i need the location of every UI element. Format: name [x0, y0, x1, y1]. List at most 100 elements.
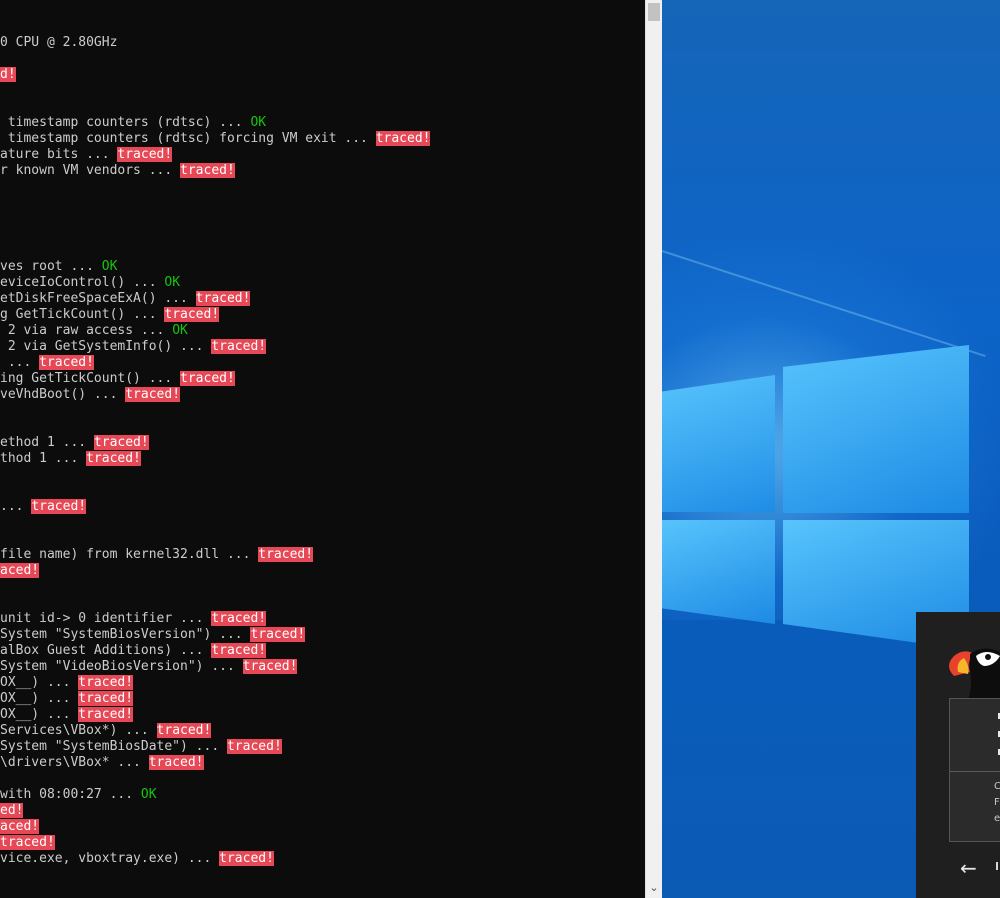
traced-badge: traced!: [31, 499, 87, 514]
traced-badge: aced!: [0, 819, 40, 834]
console-line: vice.exe, vboxtray.exe) ... traced!: [0, 851, 274, 867]
traced-badge: traced!: [0, 835, 55, 850]
toast-message-card[interactable]: C F e: [949, 698, 1000, 842]
console-line: \drivers\VBox* ... traced!: [0, 755, 204, 771]
traced-badge: d!: [0, 67, 16, 82]
console-output: 0 CPU @ 2.80GHz d! timestamp counters (rd…: [0, 0, 645, 898]
traced-badge: traced!: [125, 387, 181, 402]
console-line: etDiskFreeSpaceExA() ... traced!: [0, 291, 251, 307]
ok-status: OK: [101, 259, 118, 274]
console-line: g GetTickCount() ... traced!: [0, 307, 220, 323]
console-line: 2 via GetSystemInfo() ... traced!: [0, 339, 267, 355]
console-line: System "SystemBiosDate") ... traced!: [0, 739, 282, 755]
console-text: alBox Guest Additions) ...: [0, 643, 212, 658]
console-line: r known VM vendors ... traced!: [0, 163, 235, 179]
console-text: unit id-> 0 identifier ...: [0, 611, 212, 626]
traced-badge: aced!: [0, 563, 40, 578]
traced-badge: traced!: [78, 707, 134, 722]
console-text: 2 via GetSystemInfo() ...: [0, 339, 212, 354]
console-line: eviceIoControl() ... OK: [0, 275, 180, 291]
console-text: etDiskFreeSpaceExA() ...: [0, 291, 196, 306]
console-line: timestamp counters (rdtsc) ... OK: [0, 115, 266, 131]
console-text: with 08:00:27 ...: [0, 787, 141, 802]
console-line: ves root ... OK: [0, 259, 117, 275]
console-line: OX__) ... traced!: [0, 675, 134, 691]
toast-body-fragment: e: [994, 813, 1000, 824]
traced-badge: traced!: [78, 675, 134, 690]
traced-badge: traced!: [117, 147, 173, 162]
traced-badge: traced!: [375, 131, 431, 146]
console-text: OX__) ...: [0, 675, 79, 690]
back-arrow-icon[interactable]: ←: [960, 858, 977, 878]
scrollbar-thumb[interactable]: [648, 3, 660, 21]
traced-badge: traced!: [258, 547, 314, 562]
traced-badge: traced!: [250, 627, 306, 642]
console-line: aced!: [0, 563, 40, 579]
toast-next-glyph: [996, 862, 1000, 870]
toast-body-fragment: C: [994, 781, 1000, 792]
scroll-down-arrow-icon[interactable]: ⌄: [646, 880, 662, 896]
ok-status: OK: [140, 787, 157, 802]
console-line: ... traced!: [0, 355, 94, 371]
traced-badge: traced!: [39, 355, 94, 370]
windows-logo-pane-bottom-left: [662, 520, 775, 624]
console-line: alBox Guest Additions) ... traced!: [0, 643, 267, 659]
console-text: eviceIoControl() ...: [0, 275, 165, 290]
console-line: ed!: [0, 803, 24, 819]
traced-badge: traced!: [211, 339, 267, 354]
console-line: OX__) ... traced!: [0, 707, 134, 723]
console-line: ethod 1 ... traced!: [0, 435, 149, 451]
traced-badge: traced!: [93, 435, 149, 450]
console-text: ...: [0, 499, 32, 514]
traced-badge: traced!: [78, 691, 134, 706]
console-text: OX__) ...: [0, 691, 79, 706]
ok-status: OK: [164, 275, 181, 290]
console-line: ... traced!: [0, 499, 87, 515]
console-text: 2 via raw access ...: [0, 323, 173, 338]
console-line: ature bits ... traced!: [0, 147, 173, 163]
windows-logo-pane-top-left: [662, 375, 775, 512]
console-line: ing GetTickCount() ... traced!: [0, 371, 235, 387]
app-notification-toast[interactable]: C F e ←: [916, 612, 1000, 898]
console-text: ...: [0, 355, 40, 370]
console-text: r known VM vendors ...: [0, 163, 181, 178]
traced-badge: traced!: [219, 851, 274, 866]
console-text: timestamp counters (rdtsc) forcing VM ex…: [0, 131, 376, 146]
console-line: unit id-> 0 identifier ... traced!: [0, 611, 267, 627]
console-text: \drivers\VBox* ...: [0, 755, 149, 770]
console-line: timestamp counters (rdtsc) forcing VM ex…: [0, 131, 431, 147]
traced-badge: traced!: [211, 611, 267, 626]
console-line: thod 1 ... traced!: [0, 451, 141, 467]
console-text: System "SystemBiosVersion") ...: [0, 627, 251, 642]
console-line: 2 via raw access ... OK: [0, 323, 188, 339]
console-line: System "VideoBiosVersion") ... traced!: [0, 659, 298, 675]
traced-badge: traced!: [86, 451, 141, 466]
console-line: traced!: [0, 835, 55, 851]
toast-body-fragment: F: [994, 797, 1000, 808]
console-text: g GetTickCount() ...: [0, 307, 165, 322]
console-text: System "VideoBiosVersion") ...: [0, 659, 243, 674]
traced-badge: traced!: [164, 307, 220, 322]
console-text: file name) from kernel32.dll ...: [0, 547, 259, 562]
windows-logo-pane-top-right: [783, 345, 969, 513]
traced-badge: ed!: [0, 803, 24, 818]
console-text: System "SystemBiosDate") ...: [0, 739, 227, 754]
ok-status: OK: [250, 115, 267, 130]
traced-badge: traced!: [180, 163, 235, 178]
console-line: 0 CPU @ 2.80GHz: [0, 35, 117, 51]
console-text: veVhdBoot() ...: [0, 387, 126, 402]
traced-badge: traced!: [156, 723, 212, 738]
console-line: Services\VBox*) ... traced!: [0, 723, 212, 739]
traced-badge: traced!: [195, 291, 251, 306]
console-scrollbar[interactable]: ⌄: [645, 0, 662, 898]
traced-badge: traced!: [180, 371, 235, 386]
traced-badge: traced!: [242, 659, 298, 674]
traced-badge: traced!: [148, 755, 204, 770]
puffin-logo-icon: [949, 648, 1000, 706]
console-line: System "SystemBiosVersion") ... traced!: [0, 627, 306, 643]
console-text: ature bits ...: [0, 147, 118, 162]
console-line: with 08:00:27 ... OK: [0, 787, 157, 803]
console-text: vice.exe, vboxtray.exe) ...: [0, 851, 220, 866]
console-text: timestamp counters (rdtsc) ...: [0, 115, 251, 130]
console-text: ing GetTickCount() ...: [0, 371, 181, 386]
